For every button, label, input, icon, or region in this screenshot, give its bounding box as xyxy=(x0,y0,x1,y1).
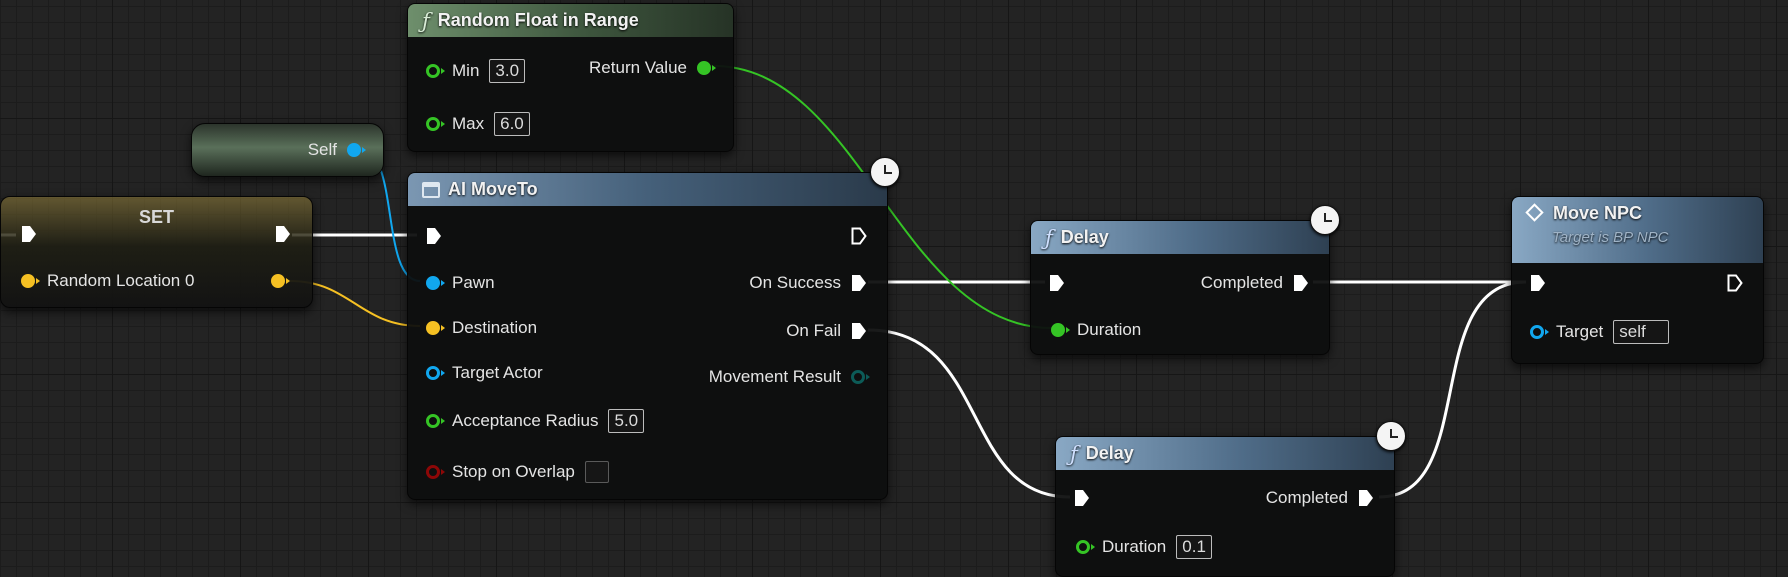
delay-node-1[interactable]: ƒ Delay Completed Duration xyxy=(1030,220,1330,355)
delay-2-duration-label: Duration xyxy=(1102,537,1167,556)
random-location-out-pin[interactable] xyxy=(271,273,290,289)
random-float-in-range-node[interactable]: ƒ Random Float in Range Min 3.0 Max 6.0 … xyxy=(407,3,734,152)
acceptance-radius-pin[interactable] xyxy=(426,413,445,429)
delay-1-completed-row: Completed xyxy=(1201,273,1309,293)
delay-1-completed-label: Completed xyxy=(1200,273,1283,292)
return-value-pin[interactable] xyxy=(697,60,716,76)
delay-2-title: Delay xyxy=(1085,443,1134,463)
delay-2-completed-row: Completed xyxy=(1266,488,1374,508)
pawn-pin-row: Pawn xyxy=(426,273,495,293)
delay-2-duration-row: Duration 0.1 xyxy=(1076,535,1212,559)
clock-icon xyxy=(1376,421,1406,451)
ai-moveto-title: AI MoveTo xyxy=(448,179,538,199)
delay-1-duration-label: Duration xyxy=(1077,320,1142,339)
acceptance-radius-label: Acceptance Radius xyxy=(452,411,599,430)
max-label: Max xyxy=(452,114,485,133)
self-label: Self xyxy=(307,140,337,159)
delay-2-exec-in-pin[interactable] xyxy=(1074,489,1090,507)
movement-result-pin-row: Movement Result xyxy=(708,367,870,387)
move-npc-subtitle: Target is BP NPC xyxy=(1552,229,1669,246)
set-exec-out-pin[interactable] xyxy=(275,225,291,243)
min-value-field[interactable]: 3.0 xyxy=(489,59,526,83)
exec-wire-delay2-to-movenpc xyxy=(1378,280,1527,499)
pawn-pin[interactable] xyxy=(426,275,445,291)
min-label: Min xyxy=(452,61,480,80)
ai-moveto-header[interactable]: AI MoveTo xyxy=(408,173,887,206)
movement-result-label: Movement Result xyxy=(708,367,841,386)
self-node[interactable]: Self xyxy=(191,123,384,177)
movement-result-pin[interactable] xyxy=(851,369,870,385)
delay-1-completed-pin[interactable] xyxy=(1293,274,1309,292)
pawn-label: Pawn xyxy=(452,273,495,292)
return-value-label: Return Value xyxy=(589,58,687,77)
max-pin[interactable] xyxy=(426,116,445,132)
ai-moveto-exec-out-pin[interactable] xyxy=(851,227,867,245)
acceptance-radius-field[interactable]: 5.0 xyxy=(608,409,645,433)
ai-moveto-exec-in-pin[interactable] xyxy=(426,227,442,245)
move-npc-target-row: Target self xyxy=(1530,320,1670,344)
on-fail-pin-row: On Fail xyxy=(786,321,867,341)
min-pin-row: Min 3.0 xyxy=(426,59,526,83)
random-location-in-row: Random Location 0 xyxy=(21,271,194,291)
set-exec-in-pin[interactable] xyxy=(21,225,37,243)
set-title: SET xyxy=(138,207,174,227)
destination-pin[interactable] xyxy=(426,320,445,336)
exec-wire-fail-to-delay2 xyxy=(867,328,1071,499)
delay-1-header[interactable]: ƒ Delay xyxy=(1031,221,1329,254)
delay-2-completed-pin[interactable] xyxy=(1358,489,1374,507)
clock-icon xyxy=(870,157,900,187)
self-pin-row: Self xyxy=(307,140,366,160)
stop-on-overlap-pin[interactable] xyxy=(426,464,445,480)
max-value-field[interactable]: 6.0 xyxy=(494,112,530,136)
min-pin[interactable] xyxy=(426,63,445,79)
random-float-header[interactable]: ƒ Random Float in Range xyxy=(408,4,733,37)
acceptance-radius-pin-row: Acceptance Radius 5.0 xyxy=(426,409,645,433)
move-npc-title: Move NPC xyxy=(1553,203,1643,223)
return-value-pin-row: Return Value xyxy=(589,58,716,78)
stop-on-overlap-label: Stop on Overlap xyxy=(452,462,575,481)
destination-pin-row: Destination xyxy=(426,318,537,338)
move-npc-target-label: Target xyxy=(1556,322,1604,341)
move-npc-header[interactable]: Move NPC Target is BP NPC xyxy=(1512,197,1763,263)
delay-2-completed-label: Completed xyxy=(1265,488,1348,507)
max-pin-row: Max 6.0 xyxy=(426,112,530,136)
delay-1-exec-in-pin[interactable] xyxy=(1049,274,1065,292)
delay-2-duration-pin[interactable] xyxy=(1076,539,1095,555)
set-node[interactable]: SET Random Location 0 xyxy=(0,196,313,308)
random-location-label: Random Location 0 xyxy=(47,271,195,290)
move-npc-node[interactable]: Move NPC Target is BP NPC Target self xyxy=(1511,196,1764,364)
target-actor-label: Target Actor xyxy=(452,363,543,382)
move-npc-exec-out-pin[interactable] xyxy=(1727,274,1743,292)
destination-label: Destination xyxy=(452,318,538,337)
on-fail-pin[interactable] xyxy=(851,322,867,340)
on-success-pin[interactable] xyxy=(851,274,867,292)
ai-moveto-node[interactable]: AI MoveTo Pawn Destination Target Actor … xyxy=(407,172,888,500)
delay-node-2[interactable]: ƒ Delay Completed Duration 0.1 xyxy=(1055,436,1395,577)
delay-1-title: Delay xyxy=(1060,227,1109,247)
stop-on-overlap-checkbox[interactable] xyxy=(584,461,609,483)
on-fail-label: On Fail xyxy=(786,321,841,340)
random-location-in-pin[interactable] xyxy=(21,273,40,289)
move-npc-exec-in-pin[interactable] xyxy=(1530,274,1546,292)
delay-1-duration-pin[interactable] xyxy=(1051,322,1070,338)
move-npc-target-pin[interactable] xyxy=(1530,324,1549,340)
stop-on-overlap-pin-row: Stop on Overlap xyxy=(426,461,609,483)
function-f-icon: ƒ xyxy=(422,8,430,33)
function-f-icon: ƒ xyxy=(1045,225,1053,250)
target-actor-pin[interactable] xyxy=(426,365,445,381)
diamond-icon xyxy=(1525,203,1544,222)
function-f-icon: ƒ xyxy=(1070,441,1078,466)
move-npc-target-field[interactable]: self xyxy=(1613,320,1670,344)
delay-2-duration-field[interactable]: 0.1 xyxy=(1176,535,1212,559)
on-success-pin-row: On Success xyxy=(749,273,867,293)
clock-icon xyxy=(1310,205,1340,235)
delay-1-duration-row: Duration xyxy=(1051,320,1141,340)
delay-2-header[interactable]: ƒ Delay xyxy=(1056,437,1394,470)
self-pin[interactable] xyxy=(347,142,366,158)
on-success-label: On Success xyxy=(749,273,841,292)
target-actor-pin-row: Target Actor xyxy=(426,363,543,383)
window-icon xyxy=(422,181,440,198)
random-float-title: Random Float in Range xyxy=(437,10,639,30)
